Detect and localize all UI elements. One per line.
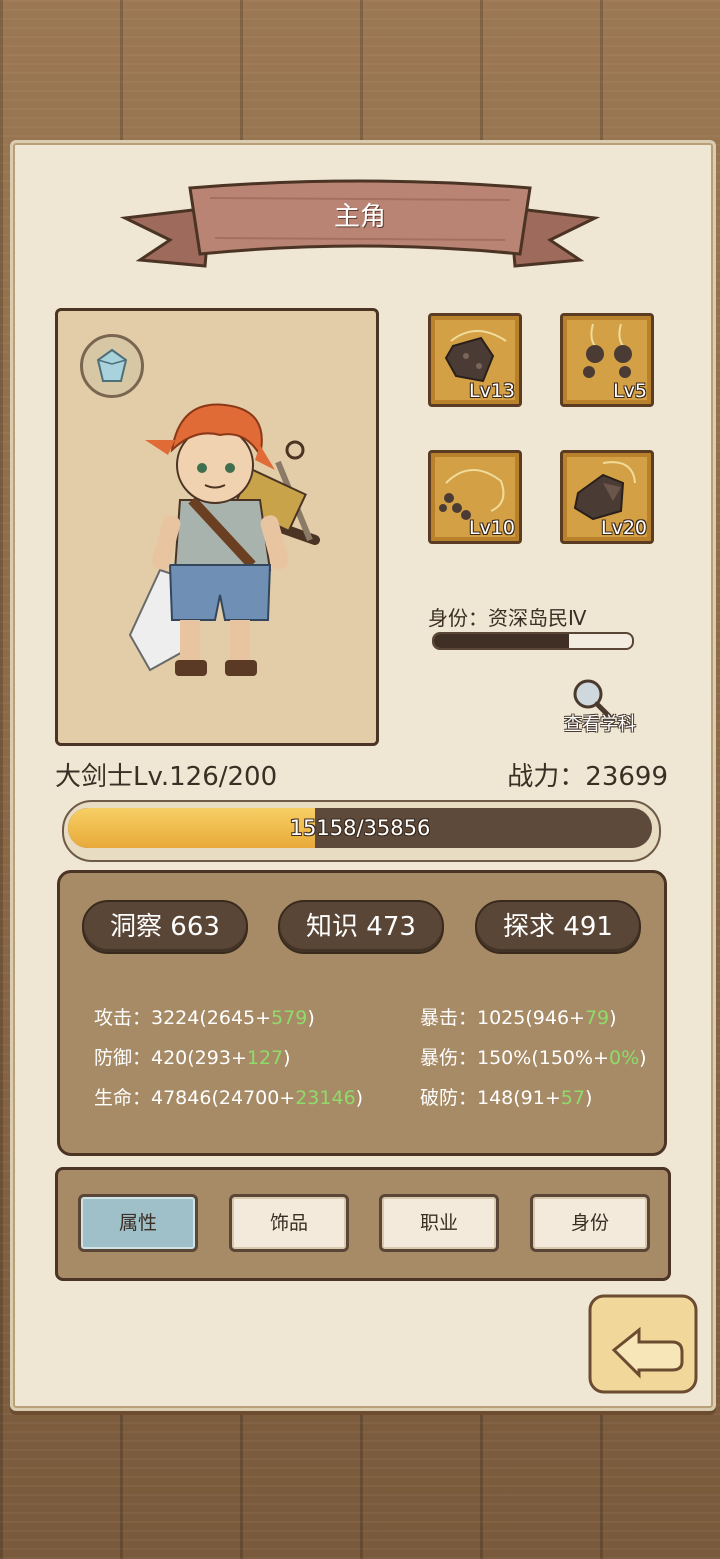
- view-subject-label: 查看学科: [564, 714, 636, 735]
- tab-profession[interactable]: 职业: [379, 1194, 499, 1252]
- equip-slot-1[interactable]: Lv13: [428, 313, 522, 407]
- equip-level-1: Lv13: [468, 380, 515, 402]
- stat-attack: 攻击：3224(2645+579): [94, 1007, 315, 1029]
- attribute-pursuit: 探求 491: [475, 900, 641, 954]
- identity-label: 身份：资深岛民Ⅳ: [428, 606, 587, 630]
- stat-hp: 生命：47846(24700+23146): [94, 1087, 364, 1109]
- tab-attributes[interactable]: 属性: [78, 1194, 198, 1252]
- equip-slot-2[interactable]: Lv5: [560, 313, 654, 407]
- attribute-knowledge: 知识 473: [278, 900, 444, 954]
- exp-text: 15158/35856: [289, 816, 431, 840]
- equip-slot-4[interactable]: Lv20: [560, 450, 654, 544]
- tab-accessories[interactable]: 饰品: [229, 1194, 349, 1252]
- attribute-insight: 洞察 663: [82, 900, 248, 954]
- back-button[interactable]: [584, 1290, 704, 1400]
- equip-level-4: Lv20: [600, 517, 647, 539]
- combat-power: 战力：23699: [507, 762, 668, 792]
- equip-slot-3[interactable]: Lv10: [428, 450, 522, 544]
- stat-crit: 暴击：1025(946+79): [420, 1007, 617, 1029]
- class-level: 大剑士Lv.126/200: [55, 762, 278, 792]
- swordsman-character-icon: [128, 403, 320, 676]
- equip-level-3: Lv10: [468, 517, 515, 539]
- stat-defense: 防御：420(293+127): [94, 1047, 291, 1069]
- stat-crit-damage: 暴伤：150%(150%+0%): [420, 1047, 647, 1069]
- identity-progress-bar: [432, 632, 634, 650]
- tab-identity[interactable]: 身份: [530, 1194, 650, 1252]
- equip-level-2: Lv5: [613, 380, 647, 402]
- page-title: 主角: [333, 202, 386, 232]
- identity-progress-fill: [434, 634, 569, 648]
- stat-penetration: 破防：148(91+57): [420, 1087, 593, 1109]
